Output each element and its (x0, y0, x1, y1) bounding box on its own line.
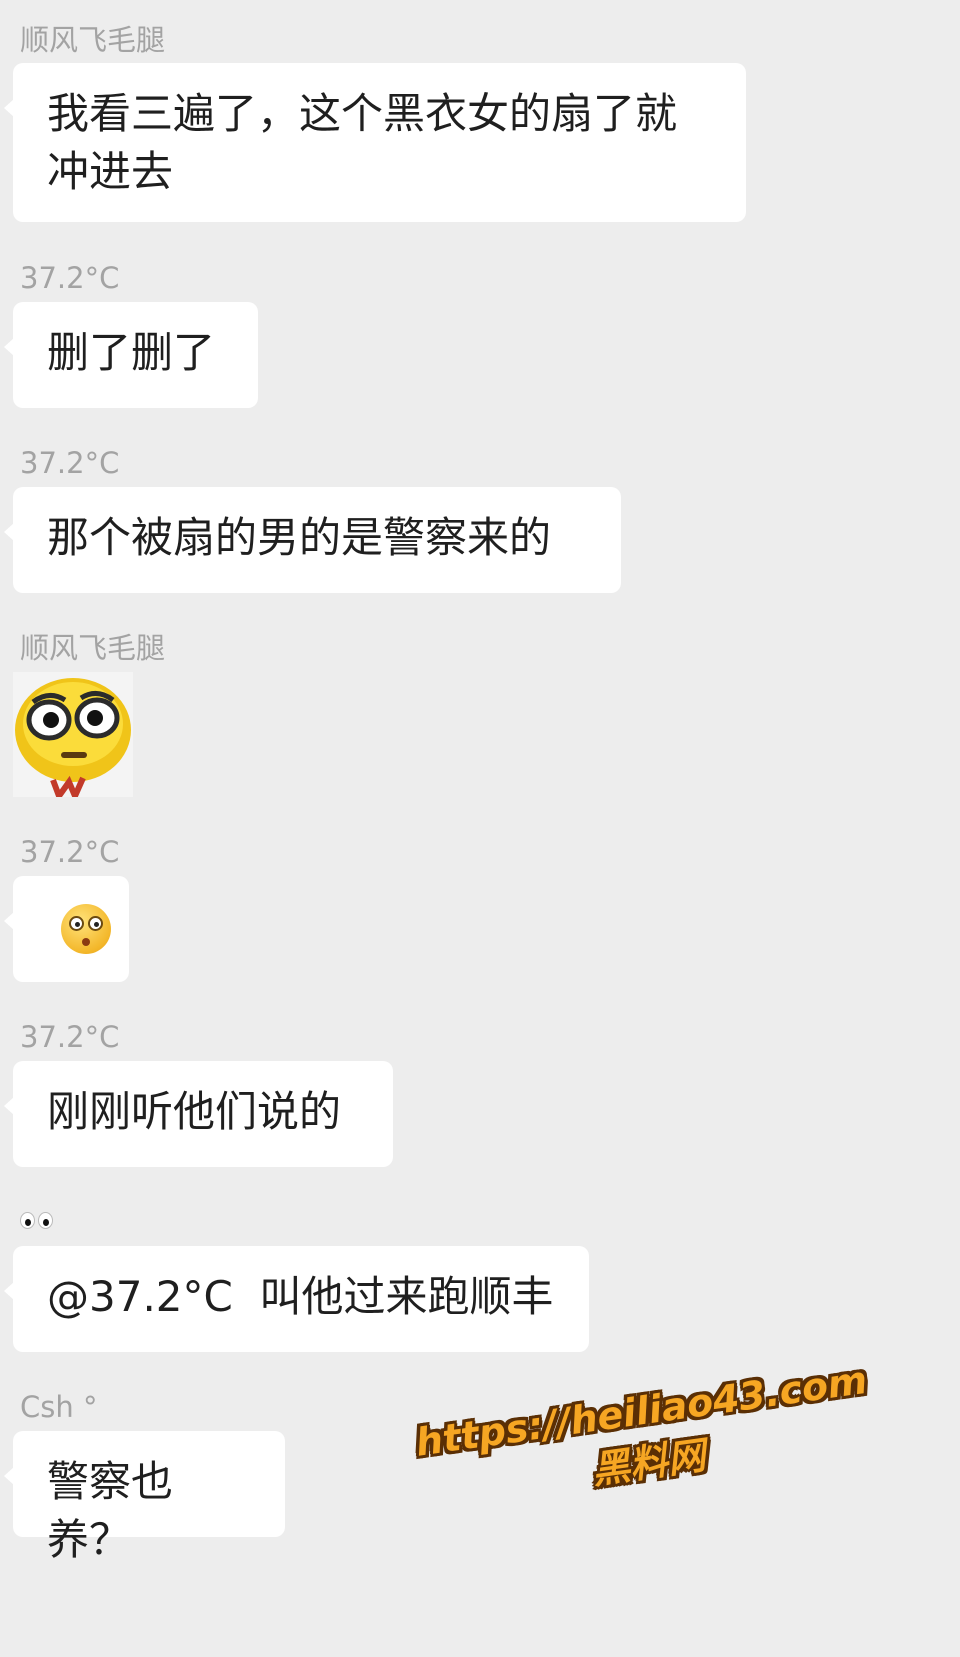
sender-name: 37.2°C (20, 261, 120, 295)
sticker-image (15, 678, 131, 804)
message-bubble[interactable]: 警察也养？ (4, 1431, 285, 1564)
flushed-face-icon (61, 904, 111, 954)
sender-name: 37.2°C (20, 446, 120, 480)
sender-name: 顺风飞毛腿 (20, 631, 166, 665)
message-bubble[interactable]: @37.2°C 叫他过来跑顺丰 (4, 1246, 589, 1352)
eyes-icon (18, 1210, 58, 1230)
sender-name: 37.2°C (20, 835, 120, 869)
sender-name: Csh ° (20, 1390, 98, 1424)
message-bubble[interactable]: 刚刚听他们说的 (4, 1061, 393, 1167)
sender-name: 37.2°C (20, 1020, 120, 1054)
message-bubble[interactable] (4, 876, 129, 982)
message-bubble[interactable]: 删了删了 (4, 302, 258, 408)
staring-yellow-face-sticker[interactable] (13, 672, 133, 804)
message-bubble[interactable]: 我看三遍了，这个黑衣女的扇了就 冲进去 (4, 63, 746, 222)
message-bubble[interactable]: 那个被扇的男的是警察来的 (4, 487, 621, 593)
sender-name: 顺风飞毛腿 (20, 23, 166, 57)
